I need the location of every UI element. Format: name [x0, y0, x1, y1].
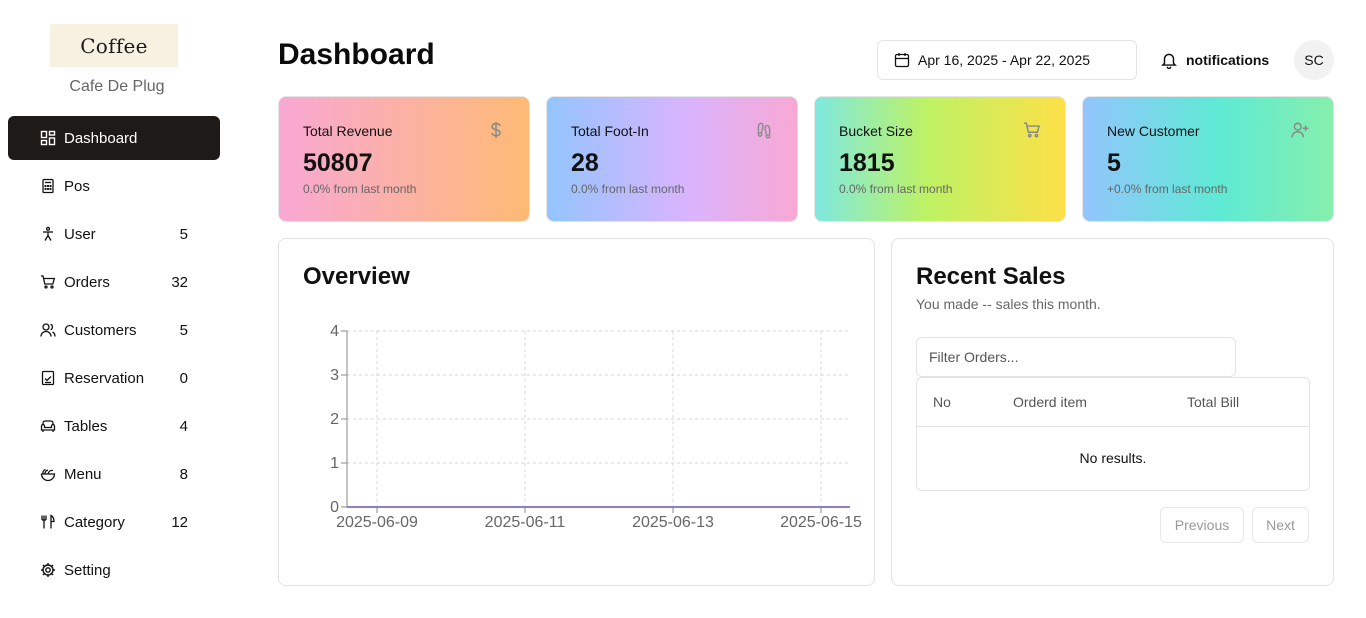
sidebar-item-count: 4	[179, 417, 188, 435]
cart-icon	[1024, 122, 1041, 138]
card-value: 50807	[303, 149, 373, 177]
sidebar-item-count: 0	[179, 369, 188, 387]
sidebar-item-count: 8	[179, 465, 188, 483]
card-title: Total Revenue	[303, 123, 393, 139]
footprints-icon	[757, 122, 771, 139]
stat-card-total-foot-in: Total Foot-In 28 0.0% from last month	[546, 96, 798, 222]
gear-icon	[40, 562, 56, 578]
sales-table: No Orderd item Total Bill No results.	[916, 377, 1310, 491]
calculator-icon	[40, 178, 56, 194]
sidebar-item-label: Orders	[64, 273, 110, 291]
column-header-total-bill[interactable]: Total Bill	[1187, 394, 1239, 410]
stat-card-new-customer: New Customer 5 +0.0% from last month	[1082, 96, 1334, 222]
notifications-label: notifications	[1186, 52, 1270, 68]
stat-card-total-revenue: Total Revenue 50807 0.0% from last month	[278, 96, 530, 222]
bell-icon	[1161, 53, 1177, 69]
card-title: New Customer	[1107, 123, 1200, 139]
table-header: No Orderd item Total Bill	[917, 378, 1309, 427]
previous-page-button[interactable]: Previous	[1160, 507, 1244, 543]
sidebar-item-label: User	[64, 225, 96, 243]
brand-name: Cafe De Plug	[69, 78, 165, 95]
sidebar-item-orders[interactable]: Orders 32	[8, 260, 220, 304]
recent-sales-subtitle: You made -- sales this month.	[916, 296, 1101, 312]
person-icon	[40, 226, 56, 242]
page-title: Dashboard	[278, 38, 435, 71]
card-subtext: 0.0% from last month	[303, 182, 417, 196]
card-value: 28	[571, 149, 599, 177]
x-tick-label: 2025-06-13	[632, 514, 714, 531]
y-tick-label: 2	[330, 411, 339, 428]
y-tick-label: 4	[330, 323, 339, 340]
clipboard-check-icon	[40, 370, 56, 386]
sidebar-item-label: Setting	[64, 561, 111, 579]
sidebar-item-label: Reservation	[64, 369, 145, 387]
x-tick-label: 2025-06-09	[336, 514, 418, 531]
sidebar-item-menu[interactable]: Menu 8	[8, 452, 220, 496]
card-subtext: 0.0% from last month	[839, 182, 953, 196]
sidebar-item-count: 5	[179, 225, 188, 243]
dollar-icon	[491, 122, 501, 138]
users-icon	[40, 322, 56, 338]
recent-sales-title: Recent Sales	[916, 263, 1066, 290]
sidebar-nav: Dashboard Pos User 5 Orders 32 Customers…	[8, 116, 220, 596]
card-subtext: 0.0% from last month	[571, 182, 685, 196]
x-tick-label: 2025-06-11	[485, 514, 566, 531]
sidebar-item-pos[interactable]: Pos	[8, 164, 220, 208]
card-value: 5	[1107, 149, 1121, 177]
card-title: Bucket Size	[839, 123, 913, 139]
sofa-icon	[40, 418, 56, 434]
x-tick-label: 2025-06-15	[780, 514, 862, 531]
sidebar-item-category[interactable]: Category 12	[8, 500, 220, 544]
utensils-icon	[40, 514, 56, 530]
date-range-picker[interactable]: Apr 16, 2025 - Apr 22, 2025	[877, 40, 1137, 80]
sidebar-item-user[interactable]: User 5	[8, 212, 220, 256]
sidebar-item-dashboard[interactable]: Dashboard	[8, 116, 220, 160]
sidebar-item-label: Category	[64, 513, 125, 531]
empty-state: No results.	[1079, 450, 1147, 466]
sidebar-item-label: Dashboard	[64, 129, 138, 147]
card-title: Total Foot-In	[571, 123, 649, 139]
sidebar-item-label: Customers	[64, 321, 137, 339]
user-plus-icon	[1291, 122, 1309, 138]
filter-orders-input[interactable]	[916, 337, 1236, 377]
sidebar-item-label: Pos	[64, 177, 90, 195]
overview-panel: Overview 0 1 2 3 4 2025-06-09 2025-06-11 2025-0…	[278, 238, 875, 586]
overview-chart: 012342025-06-09 2025-06-11 2025-06-13 2025-…	[330, 323, 862, 531]
sidebar-item-label: Tables	[64, 417, 108, 435]
sidebar-item-count: 12	[171, 513, 188, 531]
logo-text: Coffee	[80, 33, 148, 58]
avatar[interactable]: SC	[1294, 40, 1334, 80]
card-value: 1815	[839, 149, 895, 177]
sidebar-item-customers[interactable]: Customers 5	[8, 308, 220, 352]
logo[interactable]: Coffee	[50, 24, 178, 67]
stat-card-bucket-size: Bucket Size 1815 0.0% from last month	[814, 96, 1066, 222]
salad-icon	[40, 466, 56, 482]
sidebar-item-setting[interactable]: Setting	[8, 548, 220, 592]
sidebar-item-count: 5	[179, 321, 188, 339]
card-subtext: +0.0% from last month	[1107, 182, 1228, 196]
calendar-icon	[894, 53, 910, 68]
column-header-ordered-item[interactable]: Orderd item	[1013, 394, 1087, 410]
column-header-no[interactable]: No	[933, 394, 951, 410]
notifications-button[interactable]: notifications	[1160, 40, 1269, 80]
next-page-button[interactable]: Next	[1252, 507, 1309, 543]
y-tick-label: 3	[330, 367, 339, 384]
sidebar-item-count: 32	[171, 273, 188, 291]
cart-icon	[40, 274, 56, 290]
sidebar-item-reservation[interactable]: Reservation 0	[8, 356, 220, 400]
sidebar-item-label: Menu	[64, 465, 102, 483]
sidebar: Coffee Cafe De Plug Dashboard Pos User 5	[0, 0, 228, 618]
y-tick-label: 1	[330, 455, 339, 472]
dashboard-icon	[40, 130, 56, 146]
date-range-text: Apr 16, 2025 - Apr 22, 2025	[918, 52, 1091, 68]
recent-sales-panel: Recent Sales You made -- sales this mont…	[891, 238, 1334, 586]
sidebar-item-tables[interactable]: Tables 4	[8, 404, 220, 448]
